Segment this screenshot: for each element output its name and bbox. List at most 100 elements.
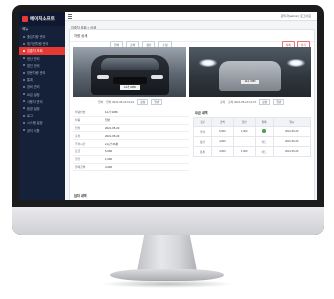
- car-windshield: [101, 58, 159, 70]
- bullet-icon: [23, 121, 25, 124]
- bullet-icon: [23, 49, 25, 52]
- detail-key: 차량번호: [75, 110, 86, 115]
- bullet-icon: [23, 85, 25, 88]
- detail-value: 12가 3456: [105, 110, 118, 115]
- monitor-frame: 에이치소프트 메뉴 출입차량 관리 정기권차량 관리 입출차 조회 정산 관리 할인 관…: [12, 5, 324, 235]
- sidebar-item[interactable]: 통계: [19, 76, 65, 83]
- car-image: 12가 3456: [91, 55, 169, 95]
- sidebar-item[interactable]: 입출차 조회: [19, 47, 65, 55]
- sidebar-item-label: 방문차량 관리: [27, 71, 46, 76]
- payment-section: 요금 내역 구분 금액 할인 결제 일시 주차 5,000 1,000 2021-05-20 정…: [193, 109, 311, 157]
- exit-time: 출차 2021-05-20 12:47: [228, 100, 257, 104]
- sidebar-item[interactable]: 사용자 관리: [19, 98, 65, 105]
- column-header[interactable]: 결제: [254, 117, 274, 127]
- license-plate: 12가 3456: [241, 80, 259, 84]
- table-cell: [254, 126, 274, 137]
- screen: 에이치소프트 메뉴 출입차량 관리 정기권차량 관리 입출차 조회 정산 관리 할인 관…: [19, 12, 317, 200]
- detail-value: 2시간 26분: [105, 141, 119, 146]
- sidebar-item-label: 장비 관리: [27, 85, 40, 90]
- monitor-chin: [12, 207, 324, 235]
- table-cell: 1,000: [232, 126, 256, 137]
- exit-info: 출차 출차 2021-05-20 12:47 정상 일반: [220, 99, 285, 105]
- sidebar-item-label: 입출차 조회: [27, 49, 43, 54]
- car-headlamp-right: [151, 75, 163, 79]
- table-cell: 4,000: [210, 146, 234, 157]
- entry-camera-image[interactable]: 12가 3456: [73, 47, 186, 97]
- status-dot-icon: [262, 129, 267, 133]
- detail-row: 입차 2021-05-20: [73, 125, 189, 133]
- table-row[interactable]: 정산 4,000 카드 2021-05-20: [193, 136, 311, 147]
- bullet-icon: [23, 35, 25, 38]
- sidebar-item[interactable]: 시스템 설정: [19, 119, 65, 126]
- exit-tag[interactable]: 일반: [273, 99, 285, 105]
- bullet-icon: [23, 57, 25, 60]
- user-info[interactable]: 관리자(admin) 로그아웃: [281, 14, 311, 18]
- sidebar-item-label: 요금 설정: [27, 92, 40, 97]
- sidebar-item[interactable]: 방문차량 관리: [19, 69, 65, 76]
- detail-value: 1,000: [105, 157, 112, 162]
- sidebar: 에이치소프트 메뉴 출입차량 관리정기권차량 관리입출차 조회 정산 관리 할인 관…: [19, 12, 65, 200]
- detail-key: 출차: [75, 133, 81, 138]
- detail-key: 주차시간: [75, 141, 86, 146]
- bullet-icon: [23, 100, 25, 103]
- sidebar-item[interactable]: 할인 관리: [19, 62, 65, 69]
- car-image: 12가 3456: [219, 61, 281, 91]
- table-cell: 합계: [193, 146, 212, 157]
- column-header[interactable]: 할인: [232, 117, 256, 127]
- logo[interactable]: 에이치소프트: [19, 12, 65, 26]
- table-cell: 카드: [254, 146, 274, 157]
- sidebar-item-label: 정기권차량 관리: [27, 42, 49, 47]
- history-title: 입차 내역: [74, 194, 87, 198]
- sidebar-item[interactable]: 요금 설정: [19, 91, 65, 98]
- sidebar-item[interactable]: 장비 관리: [19, 83, 65, 90]
- column-header[interactable]: 구분: [193, 117, 212, 127]
- sidebar-item-label: 출입차량 관리: [27, 35, 46, 40]
- detail-value: 5,000: [105, 149, 112, 154]
- bullet-icon: [23, 129, 25, 132]
- entry-tag[interactable]: 일반: [151, 99, 163, 105]
- detail-key: 결제금액: [75, 164, 86, 169]
- sidebar-header: 메뉴: [22, 27, 29, 31]
- logo-text: 에이치소프트: [30, 16, 55, 21]
- topbar: 관리자(admin) 로그아웃: [65, 12, 317, 21]
- sidebar-item[interactable]: 출입차량 관리: [19, 33, 65, 40]
- bullet-icon: [23, 78, 25, 81]
- column-header[interactable]: 금액: [210, 117, 234, 127]
- logo-icon: [22, 16, 28, 22]
- table-cell: 4,000: [210, 136, 234, 147]
- detail-row: 주차시간 2시간 26분: [73, 140, 189, 148]
- table-cell: 2021-05-20: [272, 126, 311, 137]
- sidebar-item[interactable]: 환경 설정: [19, 105, 65, 112]
- sidebar-item[interactable]: 공지 사항: [19, 126, 65, 133]
- table-row[interactable]: 합계 4,000 1,000 카드 2021-05-20: [193, 146, 311, 157]
- detail-panel: 차량 상세 입차 출차 정산 수정 삭제 닫기 12가 3456 12가 345…: [69, 29, 315, 200]
- table-cell: 1,000: [232, 146, 256, 157]
- sidebar-item-label: 환경 설정: [27, 106, 40, 111]
- table-row[interactable]: 주차 5,000 1,000 2021-05-20: [193, 126, 311, 137]
- detail-row: 결제금액 4,000: [73, 164, 189, 172]
- sidebar-item[interactable]: 로그: [19, 112, 65, 119]
- table-cell: 카드: [254, 136, 274, 147]
- main-area: 관리자(admin) 로그아웃 입출차 조회 > 상세 차량 상세 입차 출차 정산…: [65, 12, 317, 200]
- entry-time: 입차 2021-05-20 10:21: [106, 100, 135, 104]
- detail-key: 입차: [75, 125, 81, 130]
- detail-key: 할인: [75, 157, 81, 162]
- entry-tag[interactable]: 정상: [137, 99, 149, 105]
- car-headlamp-left: [97, 75, 109, 79]
- exit-camera-image[interactable]: 12가 3456: [189, 47, 311, 97]
- sidebar-item-label: 할인 관리: [27, 63, 40, 68]
- sidebar-item[interactable]: 정기권차량 관리: [19, 40, 65, 47]
- bullet-icon: [23, 64, 25, 67]
- detail-key: 차종: [75, 118, 81, 123]
- sidebar-item[interactable]: 정산 관리: [19, 55, 65, 62]
- hamburger-menu-icon[interactable]: [68, 14, 72, 19]
- detail-row: 출차 2021-05-20: [73, 132, 189, 141]
- payment-title: 요금 내역: [195, 111, 208, 115]
- monitor-stand-neck: [137, 235, 197, 271]
- table-cell: 주차: [193, 126, 212, 137]
- column-header[interactable]: 일시: [272, 117, 311, 127]
- table-cell: 2021-05-20: [272, 136, 311, 147]
- detail-row: 차량번호 12가 3456: [73, 109, 189, 117]
- exit-tag[interactable]: 정상: [259, 99, 271, 105]
- detail-value: 2021-05-20: [105, 133, 120, 138]
